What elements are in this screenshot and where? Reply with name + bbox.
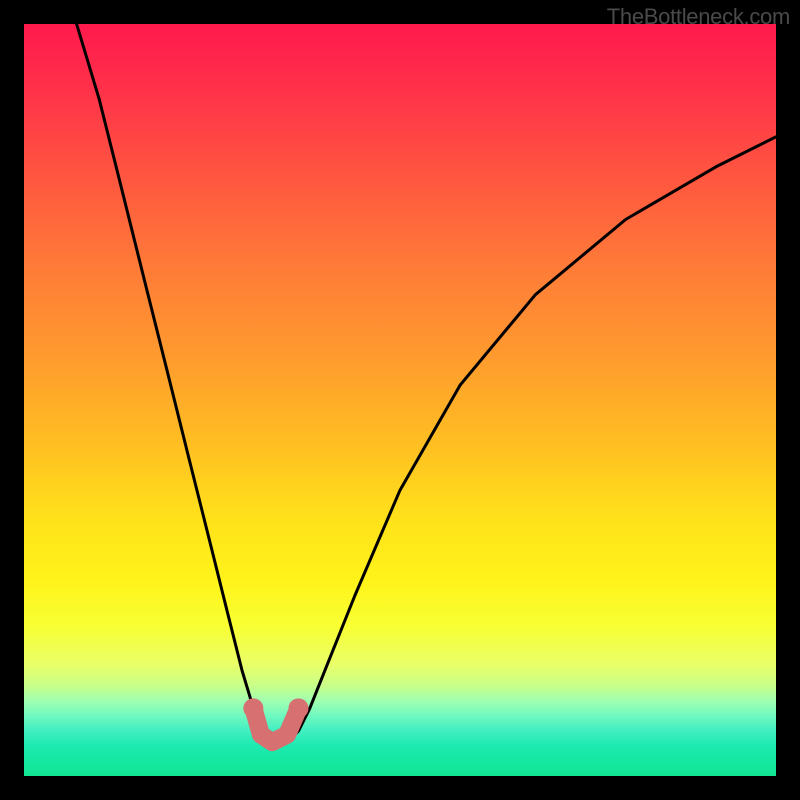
curve-svg [24, 24, 776, 776]
marker-left-dot [243, 698, 263, 718]
chart-container: TheBottleneck.com [0, 0, 800, 800]
bottleneck-curve [77, 24, 776, 742]
marker-right-dot [288, 698, 308, 718]
plot-area [24, 24, 776, 776]
watermark-text: TheBottleneck.com [607, 4, 790, 30]
